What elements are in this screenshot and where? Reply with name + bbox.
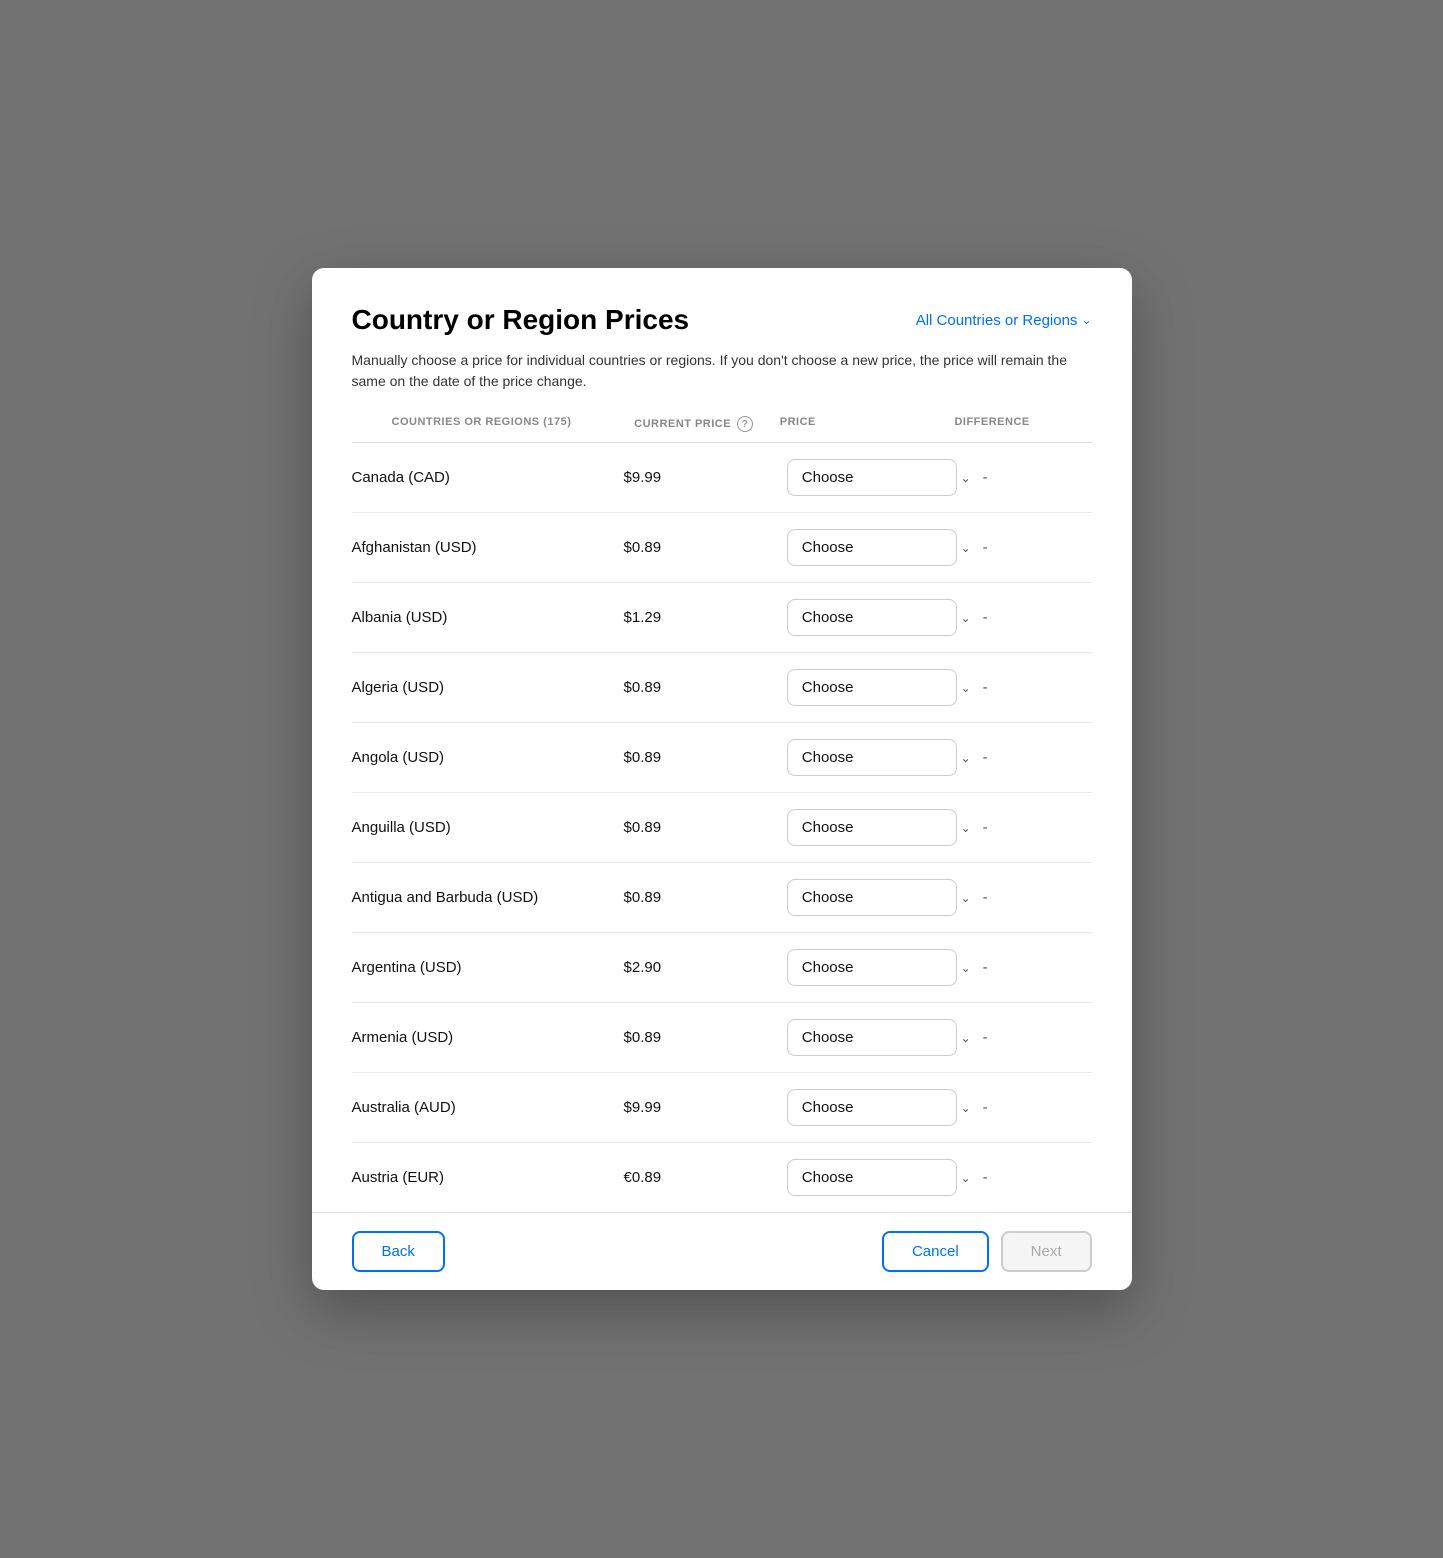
price-select-wrapper: Choose $0.89 $0.99 $1.29 $1.99 $2.99 $4.…: [787, 599, 983, 636]
price-select-wrapper: Choose $0.89 $0.99 $1.29 $1.99 $2.99 $4.…: [787, 529, 983, 566]
country-name: Afghanistan (USD): [352, 539, 624, 556]
table-row: Angola (USD) $0.89 Choose $0.89 $0.99 $1…: [352, 723, 1092, 793]
chevron-down-icon: ⌄: [961, 891, 971, 905]
price-select[interactable]: Choose $0.89 $0.99 $1.29 $1.99 $2.99 $4.…: [787, 809, 957, 846]
price-select[interactable]: Choose $0.89 $0.99 $1.29 $1.99 $2.99 $4.…: [787, 599, 957, 636]
modal-footer: Back Cancel Next: [312, 1212, 1132, 1290]
modal-body: Canada (CAD) $9.99 Choose $0.89 $0.99 $1…: [312, 443, 1132, 1212]
price-select-wrapper: Choose $0.89 $0.99 $1.29 $1.99 $2.99 $4.…: [787, 1019, 983, 1056]
current-price: €0.89: [624, 1169, 787, 1186]
price-select-wrapper: Choose $0.89 $0.99 $1.29 $1.99 $2.99 $4.…: [787, 879, 983, 916]
filter-label: All Countries or Regions: [916, 312, 1078, 329]
difference-value: -: [983, 469, 1092, 486]
price-select[interactable]: Choose $0.89 $0.99 $1.29 $1.99 $2.99 $4.…: [787, 1089, 957, 1126]
price-select[interactable]: Choose $0.89 $0.99 $1.29 $1.99 $2.99 $4.…: [787, 739, 957, 776]
difference-value: -: [983, 889, 1092, 906]
difference-value: -: [983, 959, 1092, 976]
price-select-wrapper: Choose $0.89 $0.99 $1.29 $1.99 $2.99 $4.…: [787, 949, 983, 986]
price-select[interactable]: Choose $0.89 $0.99 $1.29 $1.99 $2.99 $4.…: [787, 669, 957, 706]
price-select-wrapper: Choose $0.89 $0.99 $1.29 $1.99 $2.99 $4.…: [787, 1089, 983, 1126]
cancel-button[interactable]: Cancel: [882, 1231, 989, 1272]
chevron-down-icon: ⌄: [961, 821, 971, 835]
price-select[interactable]: Choose $0.89 $0.99 $1.29 $1.99 $2.99 $4.…: [787, 459, 957, 496]
price-select-wrapper: Choose $0.89 $0.99 $1.29 $1.99 $2.99 $4.…: [787, 809, 983, 846]
country-region-prices-modal: Country or Region Prices All Countries o…: [312, 268, 1132, 1290]
col-header-countries: COUNTRIES OR REGIONS (175): [392, 416, 635, 432]
chevron-down-icon: ⌄: [1081, 313, 1091, 327]
current-price: $9.99: [624, 1099, 787, 1116]
price-select[interactable]: Choose $0.89 $0.99 $1.29 $1.99 $2.99 $4.…: [787, 949, 957, 986]
country-name: Albania (USD): [352, 609, 624, 626]
chevron-down-icon: ⌄: [961, 1031, 971, 1045]
chevron-down-icon: ⌄: [961, 1171, 971, 1185]
country-name: Armenia (USD): [352, 1029, 624, 1046]
country-name: Angola (USD): [352, 749, 624, 766]
chevron-down-icon: ⌄: [961, 611, 971, 625]
table-row: Armenia (USD) $0.89 Choose $0.89 $0.99 $…: [352, 1003, 1092, 1073]
country-name: Austria (EUR): [352, 1169, 624, 1186]
price-select-wrapper: Choose $0.89 $0.99 $1.29 $1.99 $2.99 $4.…: [787, 459, 983, 496]
country-name: Argentina (USD): [352, 959, 624, 976]
table-row: Albania (USD) $1.29 Choose $0.89 $0.99 $…: [352, 583, 1092, 653]
table-row: Antigua and Barbuda (USD) $0.89 Choose $…: [352, 863, 1092, 933]
price-select[interactable]: Choose $0.89 $0.99 $1.29 $1.99 $2.99 $4.…: [787, 529, 957, 566]
chevron-down-icon: ⌄: [961, 681, 971, 695]
country-name: Australia (AUD): [352, 1099, 624, 1116]
col-header-difference: DIFFERENCE: [954, 416, 1051, 432]
next-button: Next: [1001, 1231, 1092, 1272]
current-price: $0.89: [624, 749, 787, 766]
difference-value: -: [983, 1099, 1092, 1116]
chevron-down-icon: ⌄: [961, 751, 971, 765]
filter-dropdown[interactable]: All Countries or Regions ⌄: [916, 312, 1092, 329]
chevron-down-icon: ⌄: [961, 541, 971, 555]
back-button[interactable]: Back: [352, 1231, 445, 1272]
table-row: Argentina (USD) $2.90 Choose $0.89 $0.99…: [352, 933, 1092, 1003]
help-icon[interactable]: ?: [737, 416, 753, 432]
current-price: $0.89: [624, 539, 787, 556]
difference-value: -: [983, 1029, 1092, 1046]
modal-title: Country or Region Prices: [352, 304, 690, 336]
chevron-down-icon: ⌄: [961, 471, 971, 485]
price-select[interactable]: Choose $0.89 $0.99 $1.29 $1.99 $2.99 $4.…: [787, 1159, 957, 1196]
price-select-wrapper: Choose $0.89 $0.99 $1.29 $1.99 $2.99 $4.…: [787, 1159, 983, 1196]
footer-right-buttons: Cancel Next: [882, 1231, 1092, 1272]
chevron-down-icon: ⌄: [961, 1101, 971, 1115]
chevron-down-icon: ⌄: [961, 961, 971, 975]
current-price: $0.89: [624, 679, 787, 696]
price-select-wrapper: Choose $0.89 $0.99 $1.29 $1.99 $2.99 $4.…: [787, 739, 983, 776]
current-price: $1.29: [624, 609, 787, 626]
current-price: $2.90: [624, 959, 787, 976]
table-row: Austria (EUR) €0.89 Choose $0.89 $0.99 $…: [352, 1143, 1092, 1212]
current-price: $0.89: [624, 819, 787, 836]
difference-value: -: [983, 1169, 1092, 1186]
price-select-wrapper: Choose $0.89 $0.99 $1.29 $1.99 $2.99 $4.…: [787, 669, 983, 706]
country-name: Canada (CAD): [352, 469, 624, 486]
price-select[interactable]: Choose $0.89 $0.99 $1.29 $1.99 $2.99 $4.…: [787, 1019, 957, 1056]
modal-description: Manually choose a price for individual c…: [352, 350, 1092, 392]
difference-value: -: [983, 539, 1092, 556]
current-price: $0.89: [624, 889, 787, 906]
table-row: Algeria (USD) $0.89 Choose $0.89 $0.99 $…: [352, 653, 1092, 723]
modal-overlay: Country or Region Prices All Countries o…: [0, 0, 1443, 1558]
current-price: $9.99: [624, 469, 787, 486]
title-row: Country or Region Prices All Countries o…: [352, 304, 1092, 336]
difference-value: -: [983, 679, 1092, 696]
modal-header: Country or Region Prices All Countries o…: [312, 268, 1132, 443]
country-name: Algeria (USD): [352, 679, 624, 696]
table-row: Canada (CAD) $9.99 Choose $0.89 $0.99 $1…: [352, 443, 1092, 513]
table-row: Anguilla (USD) $0.89 Choose $0.89 $0.99 …: [352, 793, 1092, 863]
current-price: $0.89: [624, 1029, 787, 1046]
col-header-price: PRICE: [780, 416, 955, 432]
table-header: COUNTRIES OR REGIONS (175) CURRENT PRICE…: [352, 416, 1092, 443]
difference-value: -: [983, 749, 1092, 766]
country-name: Antigua and Barbuda (USD): [352, 889, 624, 906]
table-row: Australia (AUD) $9.99 Choose $0.89 $0.99…: [352, 1073, 1092, 1143]
difference-value: -: [983, 819, 1092, 836]
table-row: Afghanistan (USD) $0.89 Choose $0.89 $0.…: [352, 513, 1092, 583]
difference-value: -: [983, 609, 1092, 626]
col-header-current-price: CURRENT PRICE ?: [634, 416, 780, 432]
price-select[interactable]: Choose $0.89 $0.99 $1.29 $1.99 $2.99 $4.…: [787, 879, 957, 916]
country-name: Anguilla (USD): [352, 819, 624, 836]
